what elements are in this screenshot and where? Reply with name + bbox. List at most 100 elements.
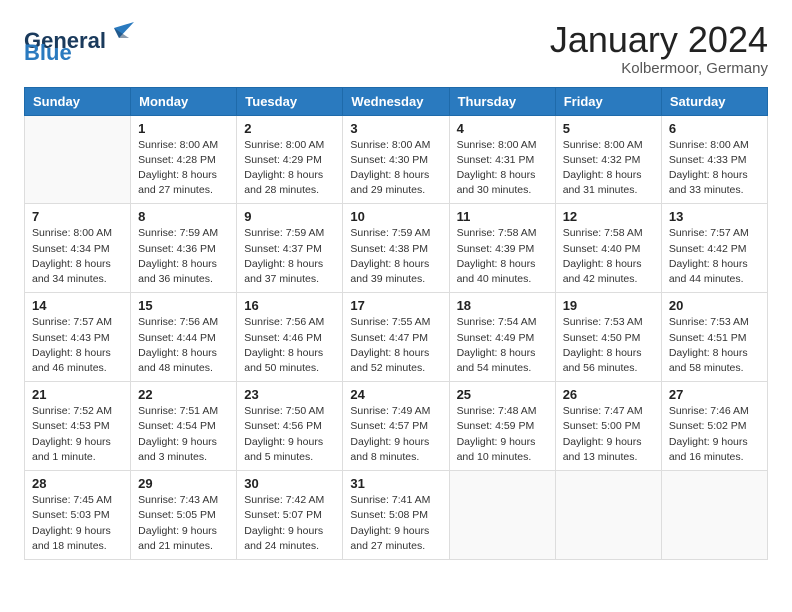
weekday-header-tuesday: Tuesday bbox=[237, 87, 343, 115]
calendar-cell: 5 Sunrise: 8:00 AMSunset: 4:32 PMDaylight… bbox=[555, 115, 661, 204]
calendar-cell: 4 Sunrise: 8:00 AMSunset: 4:31 PMDaylight… bbox=[449, 115, 555, 204]
calendar-cell: 25 Sunrise: 7:48 AMSunset: 4:59 PMDayligh… bbox=[449, 382, 555, 471]
week-row-3: 14 Sunrise: 7:57 AMSunset: 4:43 PMDayligh… bbox=[25, 293, 768, 382]
page-header: General Blue January 2024 Kolbermoor, Ge… bbox=[24, 20, 768, 77]
day-number: 25 bbox=[457, 387, 548, 402]
weekday-header-thursday: Thursday bbox=[449, 87, 555, 115]
week-row-2: 7 Sunrise: 8:00 AMSunset: 4:34 PMDaylight… bbox=[25, 204, 768, 293]
day-info: Sunrise: 7:56 AMSunset: 4:46 PMDaylight:… bbox=[244, 315, 335, 376]
day-info: Sunrise: 7:59 AMSunset: 4:37 PMDaylight:… bbox=[244, 226, 335, 287]
weekday-header-wednesday: Wednesday bbox=[343, 87, 449, 115]
calendar-cell: 6Sunrise: 8:00 AMSunset: 4:33 PMDaylight… bbox=[661, 115, 767, 204]
calendar-cell: 12 Sunrise: 7:58 AMSunset: 4:40 PMDayligh… bbox=[555, 204, 661, 293]
day-number: 4 bbox=[457, 121, 548, 136]
day-number: 14 bbox=[32, 298, 123, 313]
day-info: Sunrise: 8:00 AMSunset: 4:31 PMDaylight:… bbox=[457, 138, 548, 199]
day-number: 15 bbox=[138, 298, 229, 313]
calendar-cell: 2Sunrise: 8:00 AMSunset: 4:29 PMDaylight… bbox=[237, 115, 343, 204]
day-number: 6 bbox=[669, 121, 760, 136]
day-info: Sunrise: 7:55 AMSunset: 4:47 PMDaylight:… bbox=[350, 315, 441, 376]
day-info: Sunrise: 7:48 AMSunset: 4:59 PMDaylight:… bbox=[457, 404, 548, 465]
day-number: 7 bbox=[32, 209, 123, 224]
svg-text:Blue: Blue bbox=[24, 40, 72, 60]
day-info: Sunrise: 7:50 AMSunset: 4:56 PMDaylight:… bbox=[244, 404, 335, 465]
day-number: 12 bbox=[563, 209, 654, 224]
calendar-cell: 17 Sunrise: 7:55 AMSunset: 4:47 PMDayligh… bbox=[343, 293, 449, 382]
weekday-header-sunday: Sunday bbox=[25, 87, 131, 115]
day-info: Sunrise: 7:47 AMSunset: 5:00 PMDaylight:… bbox=[563, 404, 654, 465]
day-number: 17 bbox=[350, 298, 441, 313]
day-info: Sunrise: 8:00 AMSunset: 4:32 PMDaylight:… bbox=[563, 138, 654, 199]
day-info: Sunrise: 7:58 AMSunset: 4:39 PMDaylight:… bbox=[457, 226, 548, 287]
calendar-cell: 20Sunrise: 7:53 AMSunset: 4:51 PMDayligh… bbox=[661, 293, 767, 382]
day-number: 5 bbox=[563, 121, 654, 136]
day-info: Sunrise: 7:41 AMSunset: 5:08 PMDaylight:… bbox=[350, 493, 441, 554]
day-info: Sunrise: 7:52 AMSunset: 4:53 PMDaylight:… bbox=[32, 404, 123, 465]
day-info: Sunrise: 7:58 AMSunset: 4:40 PMDaylight:… bbox=[563, 226, 654, 287]
day-info: Sunrise: 7:57 AMSunset: 4:42 PMDaylight:… bbox=[669, 226, 760, 287]
logo: General Blue bbox=[24, 20, 134, 64]
calendar-cell: 19 Sunrise: 7:53 AMSunset: 4:50 PMDayligh… bbox=[555, 293, 661, 382]
calendar-cell: 16Sunrise: 7:56 AMSunset: 4:46 PMDayligh… bbox=[237, 293, 343, 382]
title-section: January 2024 Kolbermoor, Germany bbox=[550, 20, 768, 77]
day-number: 11 bbox=[457, 209, 548, 224]
day-info: Sunrise: 7:53 AMSunset: 4:50 PMDaylight:… bbox=[563, 315, 654, 376]
day-info: Sunrise: 8:00 AMSunset: 4:28 PMDaylight:… bbox=[138, 138, 229, 199]
day-number: 21 bbox=[32, 387, 123, 402]
week-row-4: 21 Sunrise: 7:52 AMSunset: 4:53 PMDayligh… bbox=[25, 382, 768, 471]
weekday-header-saturday: Saturday bbox=[661, 87, 767, 115]
day-info: Sunrise: 7:43 AMSunset: 5:05 PMDaylight:… bbox=[138, 493, 229, 554]
day-number: 8 bbox=[138, 209, 229, 224]
weekday-header-friday: Friday bbox=[555, 87, 661, 115]
day-number: 24 bbox=[350, 387, 441, 402]
calendar-cell: 27 Sunrise: 7:46 AMSunset: 5:02 PMDayligh… bbox=[661, 382, 767, 471]
day-number: 27 bbox=[669, 387, 760, 402]
weekday-header-monday: Monday bbox=[131, 87, 237, 115]
week-row-5: 28 Sunrise: 7:45 AMSunset: 5:03 PMDayligh… bbox=[25, 471, 768, 560]
calendar-cell: 28 Sunrise: 7:45 AMSunset: 5:03 PMDayligh… bbox=[25, 471, 131, 560]
day-number: 1 bbox=[138, 121, 229, 136]
day-number: 10 bbox=[350, 209, 441, 224]
calendar-cell: 23 Sunrise: 7:50 AMSunset: 4:56 PMDayligh… bbox=[237, 382, 343, 471]
calendar-cell bbox=[661, 471, 767, 560]
calendar-cell bbox=[25, 115, 131, 204]
day-number: 9 bbox=[244, 209, 335, 224]
day-number: 23 bbox=[244, 387, 335, 402]
calendar-cell bbox=[449, 471, 555, 560]
day-info: Sunrise: 7:45 AMSunset: 5:03 PMDaylight:… bbox=[32, 493, 123, 554]
day-info: Sunrise: 7:59 AMSunset: 4:38 PMDaylight:… bbox=[350, 226, 441, 287]
location: Kolbermoor, Germany bbox=[550, 60, 768, 77]
day-number: 30 bbox=[244, 476, 335, 491]
calendar-cell: 1 Sunrise: 8:00 AMSunset: 4:28 PMDaylight… bbox=[131, 115, 237, 204]
day-info: Sunrise: 8:00 AMSunset: 4:30 PMDaylight:… bbox=[350, 138, 441, 199]
day-info: Sunrise: 7:46 AMSunset: 5:02 PMDaylight:… bbox=[669, 404, 760, 465]
weekday-header-row: SundayMondayTuesdayWednesdayThursdayFrid… bbox=[25, 87, 768, 115]
day-info: Sunrise: 7:53 AMSunset: 4:51 PMDaylight:… bbox=[669, 315, 760, 376]
week-row-1: 1 Sunrise: 8:00 AMSunset: 4:28 PMDaylight… bbox=[25, 115, 768, 204]
day-info: Sunrise: 7:54 AMSunset: 4:49 PMDaylight:… bbox=[457, 315, 548, 376]
day-info: Sunrise: 7:49 AMSunset: 4:57 PMDaylight:… bbox=[350, 404, 441, 465]
logo-general: General Blue bbox=[24, 20, 134, 64]
day-number: 29 bbox=[138, 476, 229, 491]
day-number: 3 bbox=[350, 121, 441, 136]
calendar-cell: 22 Sunrise: 7:51 AMSunset: 4:54 PMDayligh… bbox=[131, 382, 237, 471]
day-info: Sunrise: 7:57 AMSunset: 4:43 PMDaylight:… bbox=[32, 315, 123, 376]
calendar-cell: 30Sunrise: 7:42 AMSunset: 5:07 PMDayligh… bbox=[237, 471, 343, 560]
calendar-cell: 3 Sunrise: 8:00 AMSunset: 4:30 PMDaylight… bbox=[343, 115, 449, 204]
day-number: 28 bbox=[32, 476, 123, 491]
calendar-cell: 8Sunrise: 7:59 AMSunset: 4:36 PMDaylight… bbox=[131, 204, 237, 293]
calendar-table: SundayMondayTuesdayWednesdayThursdayFrid… bbox=[24, 87, 768, 560]
day-info: Sunrise: 8:00 AMSunset: 4:34 PMDaylight:… bbox=[32, 226, 123, 287]
calendar-cell: 29 Sunrise: 7:43 AMSunset: 5:05 PMDayligh… bbox=[131, 471, 237, 560]
calendar-cell: 31Sunrise: 7:41 AMSunset: 5:08 PMDayligh… bbox=[343, 471, 449, 560]
calendar-cell: 10 Sunrise: 7:59 AMSunset: 4:38 PMDayligh… bbox=[343, 204, 449, 293]
day-info: Sunrise: 7:51 AMSunset: 4:54 PMDaylight:… bbox=[138, 404, 229, 465]
day-info: Sunrise: 8:00 AMSunset: 4:29 PMDaylight:… bbox=[244, 138, 335, 199]
day-number: 19 bbox=[563, 298, 654, 313]
day-number: 22 bbox=[138, 387, 229, 402]
calendar-cell: 15 Sunrise: 7:56 AMSunset: 4:44 PMDayligh… bbox=[131, 293, 237, 382]
calendar-cell: 26Sunrise: 7:47 AMSunset: 5:00 PMDayligh… bbox=[555, 382, 661, 471]
calendar-cell bbox=[555, 471, 661, 560]
calendar-cell: 18Sunrise: 7:54 AMSunset: 4:49 PMDayligh… bbox=[449, 293, 555, 382]
day-info: Sunrise: 7:56 AMSunset: 4:44 PMDaylight:… bbox=[138, 315, 229, 376]
